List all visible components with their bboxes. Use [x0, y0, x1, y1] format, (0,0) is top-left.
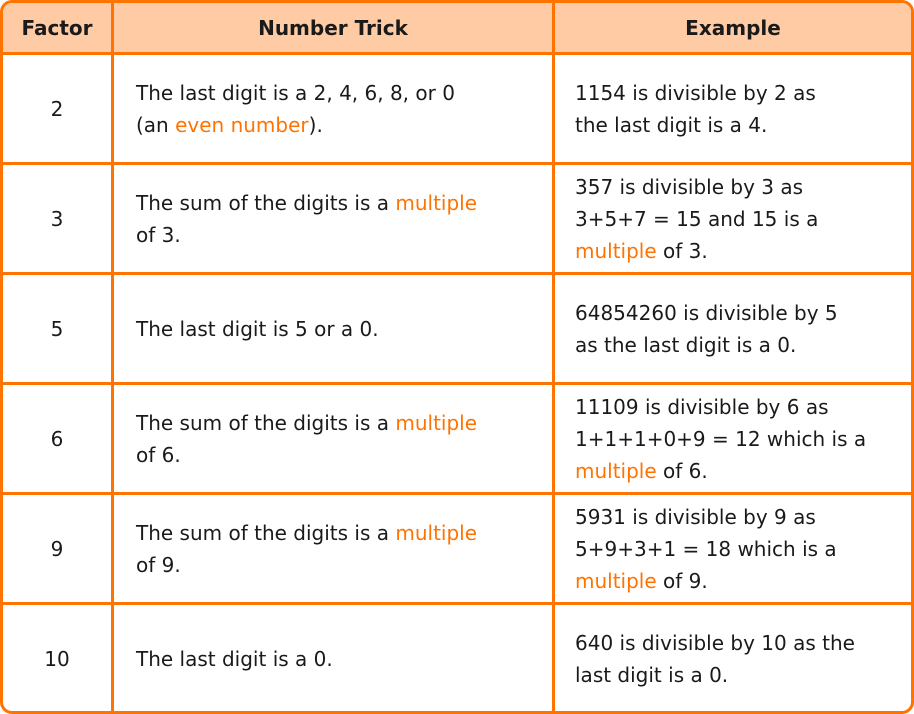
text-line: The sum of the digits is a multiple	[136, 407, 552, 439]
text-line: of 3.	[136, 219, 552, 251]
table-row: 5 The last digit is 5 or a 0. 64854260 is …	[3, 272, 911, 382]
text-segment: of 6.	[136, 442, 181, 467]
text-segment: (an	[136, 112, 176, 137]
text-segment: of 9.	[136, 552, 181, 577]
text-segment: of 6.	[656, 458, 708, 483]
text-segment: 1154 is divisible by 2 as	[575, 80, 816, 105]
text-segment: The last digit is a 0.	[136, 646, 333, 671]
text-segment: of 3.	[656, 238, 708, 263]
example-cell: 640 is divisible by 10 as the last digit …	[552, 605, 911, 711]
factor-cell: 5	[50, 316, 64, 341]
highlighted-term: multiple	[395, 190, 478, 215]
text-line: of 6.	[136, 439, 552, 471]
text-line: The sum of the digits is a multiple	[136, 517, 552, 549]
number-trick-cell: The sum of the digits is a multiple of 9.	[111, 495, 552, 602]
example-cell: 1154 is divisible by 2 as the last digit …	[552, 55, 911, 162]
number-trick-cell: The last digit is a 2, 4, 6, 8, or 0 (an …	[111, 55, 552, 162]
text-segment: ).	[308, 112, 323, 137]
text-line: multiple of 9.	[575, 565, 911, 597]
table-body: 2 The last digit is a 2, 4, 6, 8, or 0 (an…	[3, 52, 911, 711]
header-number-trick: Number Trick	[111, 3, 552, 52]
text-line: multiple of 6.	[575, 455, 911, 487]
highlighted-term: multiple	[575, 458, 657, 483]
text-segment: 357 is divisible by 3 as	[575, 174, 804, 199]
header-row: Factor Number Trick Example	[3, 3, 911, 52]
text-segment: 3+5+7 = 15 and 15 is a	[575, 206, 819, 231]
example-cell: 64854260 is divisible by 5 as the last di…	[552, 275, 911, 382]
text-line: 5+9+3+1 = 18 which is a	[575, 533, 911, 565]
header-example: Example	[552, 3, 911, 52]
text-line: The last digit is a 0.	[136, 643, 552, 675]
text-line: 357 is divisible by 3 as	[575, 171, 911, 203]
text-line: of 9.	[136, 549, 552, 581]
number-trick-cell: The last digit is 5 or a 0.	[111, 275, 552, 382]
example-cell: 5931 is divisible by 9 as 5+9+3+1 = 18 wh…	[552, 495, 911, 602]
text-segment: 5931 is divisible by 9 as	[575, 504, 816, 529]
text-segment: The last digit is a 2, 4, 6, 8, or 0	[136, 80, 455, 105]
factor-cell: 2	[50, 96, 64, 121]
number-trick-cell: The sum of the digits is a multiple of 6.	[111, 385, 552, 492]
text-line: the last digit is a 4.	[575, 109, 911, 141]
text-segment: The sum of the digits is a	[136, 520, 396, 545]
highlighted-term: even number	[175, 112, 309, 137]
text-line: 1154 is divisible by 2 as	[575, 77, 911, 109]
factor-cell: 6	[50, 426, 64, 451]
factor-cell: 9	[50, 536, 64, 561]
text-segment: The sum of the digits is a	[136, 190, 396, 215]
example-cell: 11109 is divisible by 6 as 1+1+1+0+9 = 12…	[552, 385, 911, 492]
highlighted-term: multiple	[575, 238, 657, 263]
text-line: 1+1+1+0+9 = 12 which is a	[575, 423, 911, 455]
text-line: last digit is a 0.	[575, 659, 911, 691]
factor-cell: 3	[50, 206, 64, 231]
divisibility-rules-table: Factor Number Trick Example 2 The last di…	[0, 0, 914, 714]
text-line: multiple of 3.	[575, 235, 911, 267]
table-row: 9 The sum of the digits is a multiple of 9…	[3, 492, 911, 602]
text-line: (an even number).	[136, 109, 552, 141]
highlighted-term: multiple	[395, 520, 478, 545]
text-segment: the last digit is a 4.	[575, 112, 768, 137]
text-line: 3+5+7 = 15 and 15 is a	[575, 203, 911, 235]
table-row: 6 The sum of the digits is a multiple of 6…	[3, 382, 911, 492]
text-line: 5931 is divisible by 9 as	[575, 501, 911, 533]
text-segment: of 3.	[136, 222, 181, 247]
factor-cell: 10	[44, 646, 70, 671]
example-cell: 357 is divisible by 3 as 3+5+7 = 15 and 1…	[552, 165, 911, 272]
text-line: as the last digit is a 0.	[575, 329, 911, 361]
text-segment: 1+1+1+0+9 = 12 which is a	[575, 426, 867, 451]
text-segment: The last digit is 5 or a 0.	[136, 316, 379, 341]
text-segment: 640 is divisible by 10 as the	[575, 630, 855, 655]
header-factor: Factor	[21, 15, 93, 40]
text-line: 640 is divisible by 10 as the	[575, 627, 911, 659]
text-line: The last digit is 5 or a 0.	[136, 313, 552, 345]
table-row: 2 The last digit is a 2, 4, 6, 8, or 0 (an…	[3, 52, 911, 162]
text-segment: as the last digit is a 0.	[575, 332, 797, 357]
highlighted-term: multiple	[575, 568, 657, 593]
text-line: 64854260 is divisible by 5	[575, 297, 911, 329]
number-trick-cell: The sum of the digits is a multiple of 3.	[111, 165, 552, 272]
text-segment: 64854260 is divisible by 5	[575, 300, 838, 325]
table-row: 10 The last digit is a 0. 640 is divisible…	[3, 602, 911, 711]
highlighted-term: multiple	[395, 410, 478, 435]
text-segment: of 9.	[656, 568, 708, 593]
number-trick-cell: The last digit is a 0.	[111, 605, 552, 711]
text-line: The sum of the digits is a multiple	[136, 187, 552, 219]
table-row: 3 The sum of the digits is a multiple of 3…	[3, 162, 911, 272]
text-segment: The sum of the digits is a	[136, 410, 396, 435]
text-segment: 5+9+3+1 = 18 which is a	[575, 536, 837, 561]
text-line: 11109 is divisible by 6 as	[575, 391, 911, 423]
text-segment: last digit is a 0.	[575, 662, 729, 687]
text-segment: 11109 is divisible by 6 as	[575, 394, 829, 419]
text-line: The last digit is a 2, 4, 6, 8, or 0	[136, 77, 552, 109]
